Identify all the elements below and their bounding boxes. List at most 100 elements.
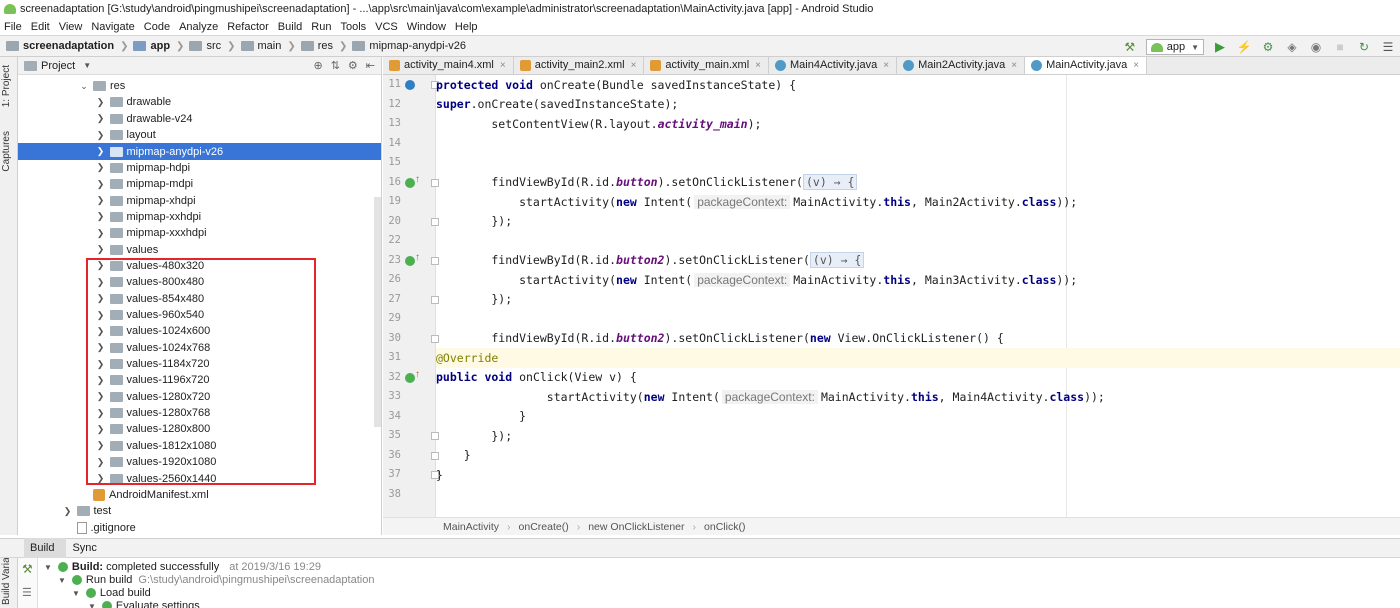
debug-icon[interactable]: ⚙ bbox=[1260, 39, 1276, 55]
chevron-right-icon[interactable]: ❯ bbox=[95, 326, 107, 337]
code-area[interactable]: protected void onCreate(Bundle savedInst… bbox=[436, 75, 1400, 517]
code-line[interactable]: super .onCreate(savedInstanceState); bbox=[436, 95, 1400, 115]
close-icon[interactable]: × bbox=[755, 60, 761, 71]
editor-breadcrumb-item[interactable]: MainActivity bbox=[443, 521, 499, 533]
code-line[interactable] bbox=[436, 231, 1400, 251]
code-line[interactable]: } bbox=[436, 407, 1400, 427]
menu-edit[interactable]: Edit bbox=[31, 21, 50, 33]
project-tool-tab[interactable]: 1: Project bbox=[1, 65, 12, 107]
apply-changes-icon[interactable]: ⚡ bbox=[1236, 39, 1252, 55]
editor-tab[interactable]: MainActivity.java × bbox=[1025, 57, 1148, 74]
chevron-right-icon[interactable]: ❯ bbox=[95, 244, 107, 255]
editor-breadcrumb-item[interactable]: new OnClickListener bbox=[588, 521, 684, 533]
menu-run[interactable]: Run bbox=[311, 21, 331, 33]
tree-item[interactable]: ❯ values-1024x768 bbox=[18, 340, 381, 356]
chevron-right-icon[interactable]: ❯ bbox=[95, 342, 107, 353]
tree-item[interactable]: AndroidManifest.xml bbox=[18, 487, 381, 503]
chevron-right-icon[interactable]: ❯ bbox=[95, 293, 107, 304]
tab-build[interactable]: Build bbox=[24, 538, 67, 558]
chevron-down-icon[interactable]: ⌄ bbox=[78, 81, 90, 92]
editor-tab[interactable]: activity_main4.xml × bbox=[383, 57, 514, 74]
tree-item[interactable]: ❯ mipmap-xhdpi bbox=[18, 192, 381, 208]
code-line[interactable]: findViewById(R.id. button2).setOnClickLis… bbox=[436, 329, 1400, 349]
menu-view[interactable]: View bbox=[59, 21, 83, 33]
chevron-right-icon[interactable]: ❯ bbox=[95, 424, 107, 435]
editor-breadcrumb-item[interactable]: onCreate() bbox=[519, 521, 569, 533]
tree-item[interactable]: ❯ values-854x480 bbox=[18, 291, 381, 307]
code-line[interactable]: @Override bbox=[436, 348, 1400, 368]
close-icon[interactable]: × bbox=[1133, 60, 1139, 71]
stop-icon[interactable]: ■ bbox=[1332, 39, 1348, 55]
hammer-icon[interactable]: ⚒ bbox=[1122, 39, 1138, 55]
tree-item[interactable]: ❯ values-1024x600 bbox=[18, 323, 381, 339]
chevron-right-icon[interactable]: ❯ bbox=[95, 440, 107, 451]
gear-icon[interactable]: ⚙ bbox=[348, 59, 358, 72]
code-line[interactable]: } bbox=[436, 446, 1400, 466]
implements-marker-icon[interactable] bbox=[405, 372, 415, 383]
breadcrumb-item[interactable]: res bbox=[300, 40, 333, 52]
menu-tools[interactable]: Tools bbox=[340, 21, 366, 33]
tree-item[interactable]: ❯ values-1280x800 bbox=[18, 421, 381, 437]
tree-item[interactable]: ❯ values-2560x1440 bbox=[18, 470, 381, 486]
build-status-row[interactable]: ▼ Build: completed successfully at 2019/… bbox=[44, 560, 321, 574]
code-line[interactable]: }); bbox=[436, 212, 1400, 232]
tree-item[interactable]: ❯ values-1184x720 bbox=[18, 356, 381, 372]
breadcrumb-item[interactable]: screenadaptation bbox=[6, 40, 114, 52]
code-line[interactable]: findViewById(R.id. button).setOnClickList… bbox=[436, 173, 1400, 193]
code-line[interactable]: startActivity(new Intent(packageContext:… bbox=[436, 387, 1400, 407]
chevron-right-icon[interactable]: ❯ bbox=[95, 228, 107, 239]
menu-window[interactable]: Window bbox=[407, 21, 446, 33]
code-line[interactable]: } bbox=[436, 465, 1400, 485]
menu-file[interactable]: File bbox=[4, 21, 22, 33]
code-line[interactable] bbox=[436, 485, 1400, 505]
tree-item[interactable]: ❯ values-960x540 bbox=[18, 307, 381, 323]
tree-item[interactable]: ❯ values-1280x720 bbox=[18, 389, 381, 405]
chevron-right-icon[interactable]: ❯ bbox=[95, 359, 107, 370]
collapse-all-icon[interactable]: ⇅ bbox=[331, 59, 340, 72]
attach-debugger-icon[interactable]: ◉ bbox=[1308, 39, 1324, 55]
breadcrumb-item[interactable]: app bbox=[133, 40, 170, 52]
chevron-right-icon[interactable]: ❯ bbox=[95, 391, 107, 402]
tree-item[interactable]: .gitignore bbox=[18, 519, 381, 535]
run-config-dropdown[interactable]: app ▼ bbox=[1145, 39, 1204, 55]
close-icon[interactable]: × bbox=[883, 60, 889, 71]
code-line[interactable]: }); bbox=[436, 290, 1400, 310]
scroll-from-source-icon[interactable]: ⊕ bbox=[313, 59, 322, 72]
code-line[interactable]: protected void onCreate(Bundle savedInst… bbox=[436, 75, 1400, 95]
chevron-right-icon[interactable]: ❯ bbox=[95, 457, 107, 468]
editor-breadcrumb-item[interactable]: onClick() bbox=[704, 521, 745, 533]
tree-item[interactable]: ❯ values-1196x720 bbox=[18, 372, 381, 388]
tree-item[interactable]: ❯ values-1812x1080 bbox=[18, 438, 381, 454]
profile-icon[interactable]: ◈ bbox=[1284, 39, 1300, 55]
chevron-right-icon[interactable]: ❯ bbox=[95, 146, 107, 157]
menu-refactor[interactable]: Refactor bbox=[227, 21, 269, 33]
tree-item[interactable]: ❯ values bbox=[18, 242, 381, 258]
project-scrollbar[interactable] bbox=[374, 197, 381, 427]
chevron-right-icon[interactable]: ❯ bbox=[95, 179, 107, 190]
menu-build[interactable]: Build bbox=[278, 21, 302, 33]
code-line[interactable]: }); bbox=[436, 426, 1400, 446]
chevron-right-icon[interactable]: ❯ bbox=[62, 506, 74, 517]
close-icon[interactable]: × bbox=[631, 60, 637, 71]
menu-code[interactable]: Code bbox=[144, 21, 170, 33]
tab-sync[interactable]: Sync bbox=[66, 538, 108, 558]
chevron-right-icon[interactable]: ❯ bbox=[95, 211, 107, 222]
tree-item[interactable]: ❯ mipmap-hdpi bbox=[18, 160, 381, 176]
captures-tool-tab[interactable]: Captures bbox=[1, 131, 12, 172]
close-icon[interactable]: × bbox=[1011, 60, 1017, 71]
tree-item[interactable]: ❯ test bbox=[18, 503, 381, 519]
editor-tab[interactable]: Main4Activity.java × bbox=[769, 57, 898, 74]
tree-item[interactable]: ❯ values-1280x768 bbox=[18, 405, 381, 421]
chevron-right-icon[interactable]: ❯ bbox=[95, 375, 107, 386]
implements-marker-icon[interactable] bbox=[405, 255, 415, 266]
breadcrumb-item[interactable]: src bbox=[189, 40, 221, 52]
implements-marker-icon[interactable] bbox=[405, 177, 415, 188]
tree-item[interactable]: ❯ mipmap-xxxhdpi bbox=[18, 225, 381, 241]
editor-tab[interactable]: activity_main.xml × bbox=[644, 57, 769, 74]
chevron-right-icon[interactable]: ❯ bbox=[95, 130, 107, 141]
chevron-right-icon[interactable]: ❯ bbox=[95, 473, 107, 484]
avd-manager-icon[interactable]: ☰ bbox=[1380, 39, 1396, 55]
tree-item[interactable]: ❯ layout bbox=[18, 127, 381, 143]
close-icon[interactable]: × bbox=[500, 60, 506, 71]
run-icon[interactable]: ▶ bbox=[1212, 39, 1228, 55]
